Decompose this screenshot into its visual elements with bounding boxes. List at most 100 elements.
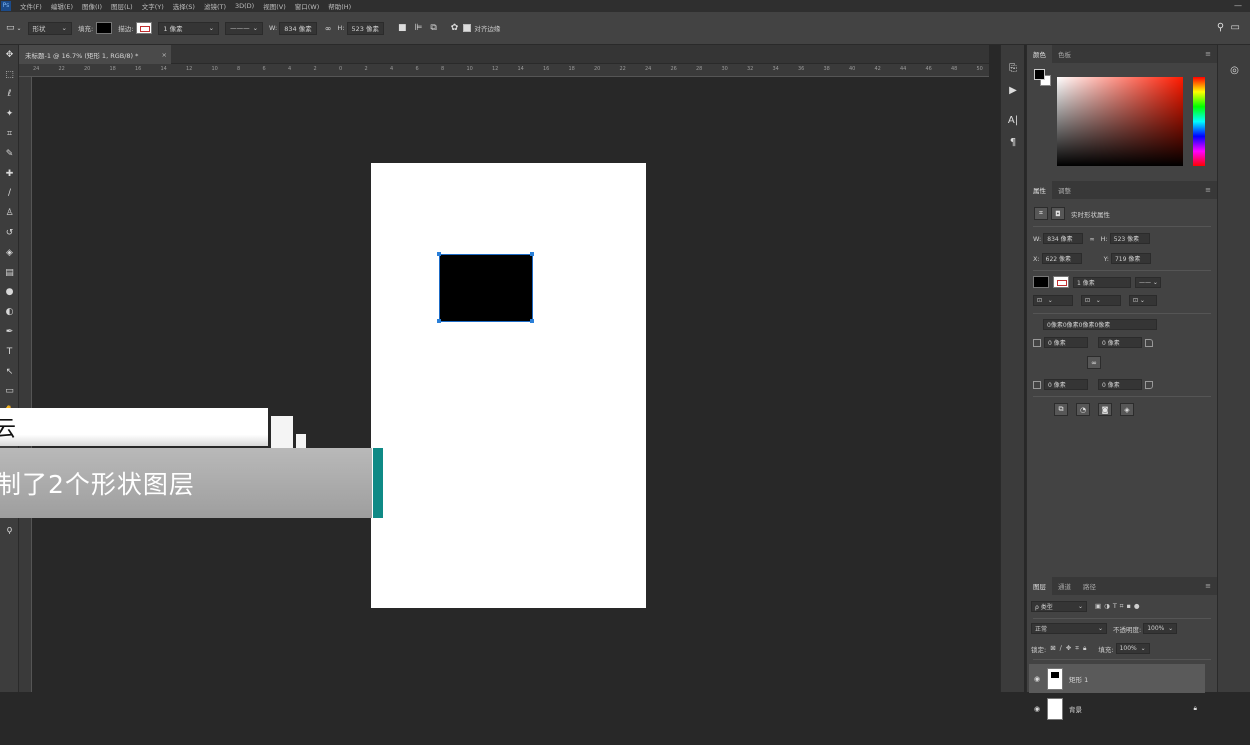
path-selection-icon[interactable]: ↖ bbox=[0, 362, 19, 382]
tab-swatches[interactable]: 色板 bbox=[1052, 45, 1077, 63]
menu-layer[interactable]: 图层(L) bbox=[111, 1, 133, 11]
menu-select[interactable]: 选择(S) bbox=[173, 1, 195, 11]
link-icon[interactable]: ∞ bbox=[1089, 235, 1094, 243]
panel-menu-icon[interactable]: ≡ bbox=[1205, 186, 1211, 194]
anchor-point[interactable] bbox=[437, 252, 441, 256]
layer-filter-select[interactable]: ρ 类型 ⌄ bbox=[1031, 601, 1087, 612]
link-icon[interactable]: ∞ bbox=[325, 24, 332, 33]
path-subtract-icon[interactable]: ◔ bbox=[1076, 403, 1090, 416]
menu-view[interactable]: 视图(V) bbox=[263, 1, 286, 11]
corner-radius-all-field[interactable]: 0像素0像素0像素0像素 bbox=[1043, 319, 1157, 330]
prop-fill-swatch[interactable] bbox=[1033, 276, 1049, 288]
panel-menu-icon[interactable]: ≡ bbox=[1205, 50, 1211, 58]
pen-tool-icon[interactable]: ✒ bbox=[0, 322, 19, 342]
menu-filter[interactable]: 滤镜(T) bbox=[204, 1, 226, 11]
paragraph-icon[interactable]: ¶ bbox=[1001, 131, 1025, 153]
crop-tool-icon[interactable]: ⌗ bbox=[0, 124, 19, 144]
tab-channels[interactable]: 通道 bbox=[1052, 577, 1077, 595]
layer-name[interactable]: 背景 bbox=[1069, 704, 1082, 714]
tool-mode-select[interactable]: 形状 ⌄ bbox=[27, 21, 72, 35]
rectangle-shape[interactable] bbox=[439, 254, 533, 322]
prop-stroke-swatch[interactable] bbox=[1053, 276, 1069, 288]
document-canvas[interactable] bbox=[371, 163, 646, 608]
type-tool-icon[interactable]: T bbox=[0, 342, 19, 362]
opacity-field[interactable]: 100% ⌄ bbox=[1143, 623, 1178, 634]
clone-stamp-icon[interactable]: ♙ bbox=[0, 203, 19, 223]
fill-field[interactable]: 100% ⌄ bbox=[1115, 643, 1150, 654]
menu-help[interactable]: 帮助(H) bbox=[328, 1, 351, 11]
play-actions-icon[interactable]: ▶ bbox=[1001, 79, 1025, 101]
path-alignment-icon[interactable]: ⊫ bbox=[415, 23, 423, 33]
height-field[interactable]: 523 像素 bbox=[346, 21, 384, 35]
color-field[interactable] bbox=[1057, 77, 1183, 166]
marquee-tool-icon[interactable]: ⬚ bbox=[0, 65, 19, 85]
transform-icon[interactable]: ⌗ bbox=[1034, 207, 1048, 220]
eraser-icon[interactable]: ◈ bbox=[0, 243, 19, 263]
eye-icon[interactable]: ◉ bbox=[1029, 675, 1045, 683]
eye-icon[interactable]: ◉ bbox=[1029, 705, 1045, 713]
close-icon[interactable]: × bbox=[162, 51, 167, 59]
tab-properties[interactable]: 属性 bbox=[1027, 181, 1052, 199]
chevron-down-icon[interactable]: ⌄ bbox=[17, 25, 22, 32]
lock-icons[interactable]: ⊠∕✥⌗🔒︎ bbox=[1050, 644, 1090, 653]
width-field[interactable]: 834 像素 bbox=[279, 21, 317, 35]
layer-row[interactable]: ◉ 矩形 1 bbox=[1029, 664, 1205, 693]
path-intersect-icon[interactable]: ◙ bbox=[1098, 403, 1112, 416]
shape-tool-icon[interactable]: ▭ bbox=[0, 382, 19, 402]
stroke-caps-select[interactable]: ⊡ ⌄ bbox=[1081, 295, 1121, 306]
mask-icon[interactable]: ◘ bbox=[1051, 207, 1065, 220]
anchor-point[interactable] bbox=[437, 319, 441, 323]
hue-slider[interactable] bbox=[1193, 77, 1205, 166]
minimize-icon[interactable]: — bbox=[1234, 1, 1242, 10]
prop-y-field[interactable]: 719 像素 bbox=[1110, 253, 1151, 264]
brush-tool-icon[interactable]: ∕ bbox=[0, 184, 19, 204]
menu-edit[interactable]: 编辑(E) bbox=[51, 1, 73, 11]
corner-br-field[interactable]: 0 像素 bbox=[1098, 379, 1142, 390]
tab-paths[interactable]: 路径 bbox=[1077, 577, 1102, 595]
stroke-swatch[interactable] bbox=[136, 22, 153, 34]
search-icon[interactable]: ⚲ ▭ bbox=[1217, 22, 1240, 33]
stroke-type-select[interactable]: ——— ⌄ bbox=[225, 21, 264, 35]
prop-height-field[interactable]: 523 像素 bbox=[1109, 233, 1150, 244]
healing-brush-icon[interactable]: ✚ bbox=[0, 164, 19, 184]
path-arrangement-icon[interactable]: ⧉ bbox=[430, 23, 436, 33]
menu-type[interactable]: 文字(Y) bbox=[142, 1, 164, 11]
character-icon[interactable]: A| bbox=[1001, 109, 1025, 131]
panel-menu-icon[interactable]: ≡ bbox=[1205, 582, 1211, 590]
history-icon[interactable]: ⎘ bbox=[1001, 57, 1025, 79]
layer-name[interactable]: 矩形 1 bbox=[1069, 674, 1088, 684]
gradient-tool-icon[interactable]: ▤ bbox=[0, 263, 19, 283]
anchor-point[interactable] bbox=[530, 319, 534, 323]
menu-window[interactable]: 窗口(W) bbox=[295, 1, 320, 11]
menu-image[interactable]: 图像(I) bbox=[82, 1, 102, 11]
prop-stroke-width-field[interactable]: 1 像素 bbox=[1073, 276, 1131, 288]
document-tab[interactable]: 未标题-1 @ 16.7% (矩形 1, RGB/8) * × bbox=[19, 45, 171, 64]
canvas-area[interactable] bbox=[32, 77, 989, 692]
eyedropper-icon[interactable]: ✎ bbox=[0, 144, 19, 164]
dodge-tool-icon[interactable]: ◐ bbox=[0, 302, 19, 322]
lasso-tool-icon[interactable]: ℓ bbox=[0, 85, 19, 105]
stroke-width-field[interactable]: 1 像素 ⌄ bbox=[158, 21, 220, 35]
tab-color[interactable]: 颜色 bbox=[1027, 45, 1052, 63]
fg-bg-swatches[interactable] bbox=[1034, 69, 1052, 87]
learn-icon[interactable]: ◎ bbox=[1218, 59, 1250, 81]
prop-width-field[interactable]: 834 像素 bbox=[1043, 233, 1084, 244]
anchor-point[interactable] bbox=[530, 252, 534, 256]
tab-layers[interactable]: 图层 bbox=[1027, 577, 1052, 595]
path-combine-icon[interactable]: ⧉ bbox=[1054, 403, 1068, 416]
corner-bl-field[interactable]: 0 像素 bbox=[1044, 379, 1088, 390]
corner-tr-field[interactable]: 0 像素 bbox=[1098, 337, 1142, 348]
move-tool-icon[interactable]: ✥ bbox=[0, 45, 19, 65]
prop-stroke-type-select[interactable]: —— ⌄ bbox=[1135, 276, 1161, 288]
layer-row[interactable]: ◉ 背景 🔒︎ bbox=[1029, 694, 1205, 723]
stroke-align-select[interactable]: ⊡ ⌄ bbox=[1033, 295, 1073, 306]
shape-tool-preset-icon[interactable]: ▭ bbox=[6, 23, 15, 33]
path-exclude-icon[interactable]: ◈ bbox=[1120, 403, 1134, 416]
layer-filter-icons[interactable]: ▣◑T⌗▪● bbox=[1095, 602, 1143, 611]
tab-adjustments[interactable]: 调整 bbox=[1052, 181, 1077, 199]
prop-x-field[interactable]: 622 像素 bbox=[1041, 253, 1082, 264]
lasso-small-icon[interactable]: ϙ bbox=[0, 520, 19, 540]
history-brush-icon[interactable]: ↺ bbox=[0, 223, 19, 243]
menu-3d[interactable]: 3D(D) bbox=[235, 2, 254, 10]
corner-tl-field[interactable]: 0 像素 bbox=[1044, 337, 1088, 348]
